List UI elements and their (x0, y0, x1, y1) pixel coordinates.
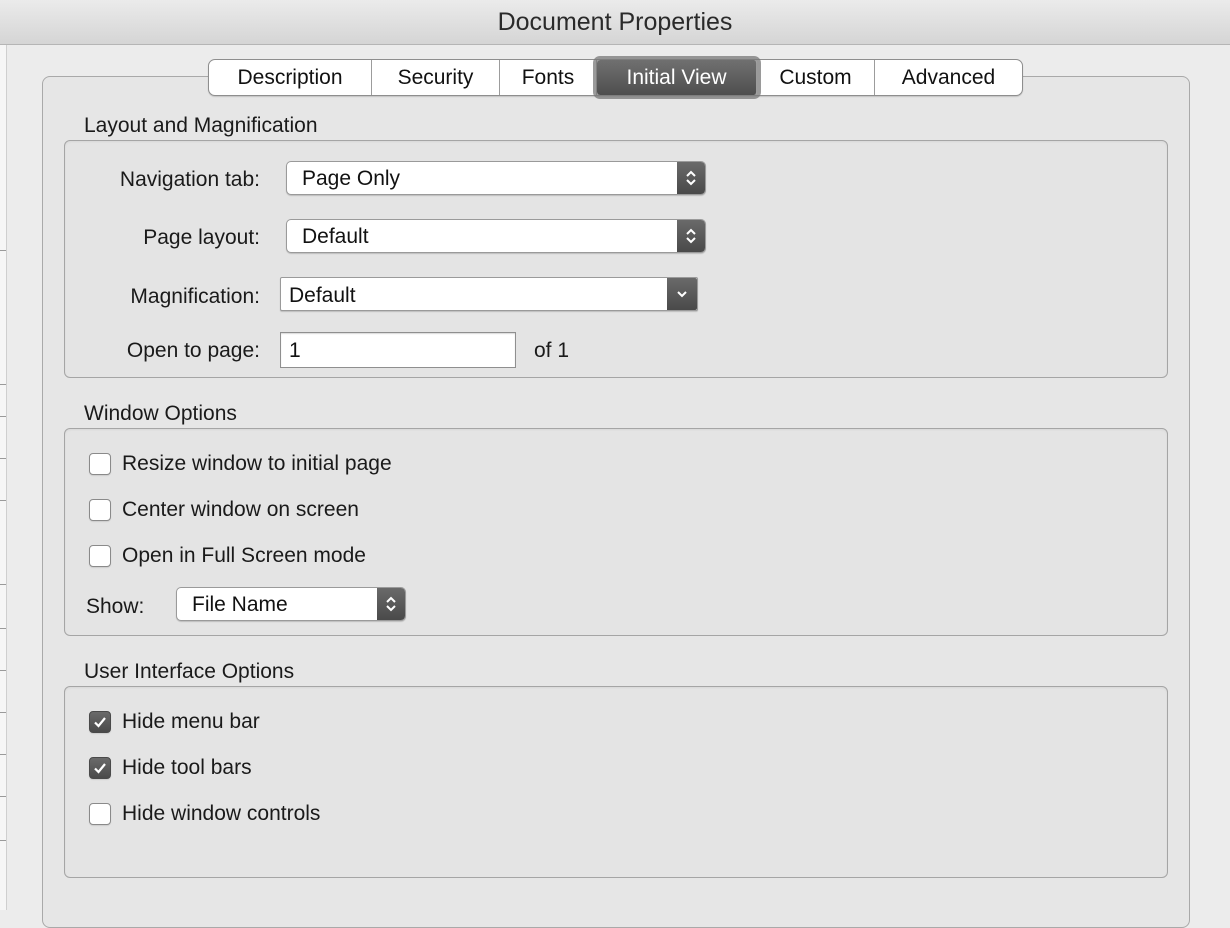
navigation-tab-select[interactable]: Page Only (286, 161, 706, 195)
page-count-text: of 1 (534, 339, 570, 362)
up-down-chevron-icon (377, 588, 405, 620)
background-window-edge (0, 44, 7, 910)
show-value: File Name (192, 593, 288, 616)
window-options-heading: Window Options (84, 402, 237, 425)
magnification-combo[interactable]: Default (280, 277, 698, 311)
navigation-tab-label: Navigation tab: (119, 168, 260, 191)
page-layout-value: Default (302, 225, 369, 248)
checkmark-icon (94, 763, 106, 774)
show-label: Show: (86, 595, 145, 618)
open-to-page-label: Open to page: (126, 339, 260, 362)
hide-tool-bars-checkbox[interactable] (89, 757, 111, 779)
center-window-label[interactable]: Center window on screen (122, 498, 359, 522)
chevron-down-icon[interactable] (667, 278, 697, 310)
center-window-checkbox[interactable] (89, 499, 111, 521)
full-screen-checkbox[interactable] (89, 545, 111, 567)
navigation-tab-value: Page Only (302, 167, 401, 190)
title-bar: Document Properties (0, 0, 1230, 45)
page-layout-label: Page layout: (143, 226, 260, 249)
hide-window-controls-checkbox[interactable] (89, 803, 111, 825)
open-to-page-input[interactable]: 1 (280, 332, 516, 368)
tab-custom[interactable]: Custom (757, 60, 875, 95)
magnification-label: Magnification: (130, 285, 260, 308)
hide-window-controls-label[interactable]: Hide window controls (122, 802, 320, 826)
tab-fonts[interactable]: Fonts (500, 60, 597, 95)
resize-window-checkbox[interactable] (89, 453, 111, 475)
ui-options-heading: User Interface Options (84, 660, 295, 683)
resize-window-label[interactable]: Resize window to initial page (122, 452, 392, 476)
tab-advanced[interactable]: Advanced (875, 60, 1022, 95)
tab-initial-view[interactable]: Initial View (593, 56, 761, 99)
tab-security[interactable]: Security (372, 60, 500, 95)
tab-bar: Description Security Fonts Initial View … (208, 56, 1023, 99)
show-select[interactable]: File Name (176, 587, 406, 621)
hide-menu-bar-checkbox[interactable] (89, 711, 111, 733)
open-to-page-value: 1 (289, 339, 301, 362)
up-down-chevron-icon (677, 220, 705, 252)
hide-menu-bar-label[interactable]: Hide menu bar (122, 710, 260, 734)
window-title: Document Properties (497, 8, 733, 36)
magnification-value: Default (289, 284, 356, 307)
checkmark-icon (94, 717, 106, 728)
page-layout-select[interactable]: Default (286, 219, 706, 253)
up-down-chevron-icon (677, 162, 705, 194)
layout-magnification-heading: Layout and Magnification (84, 114, 318, 137)
full-screen-label[interactable]: Open in Full Screen mode (122, 544, 366, 568)
tab-description[interactable]: Description (209, 60, 372, 95)
hide-tool-bars-label[interactable]: Hide tool bars (122, 756, 252, 780)
